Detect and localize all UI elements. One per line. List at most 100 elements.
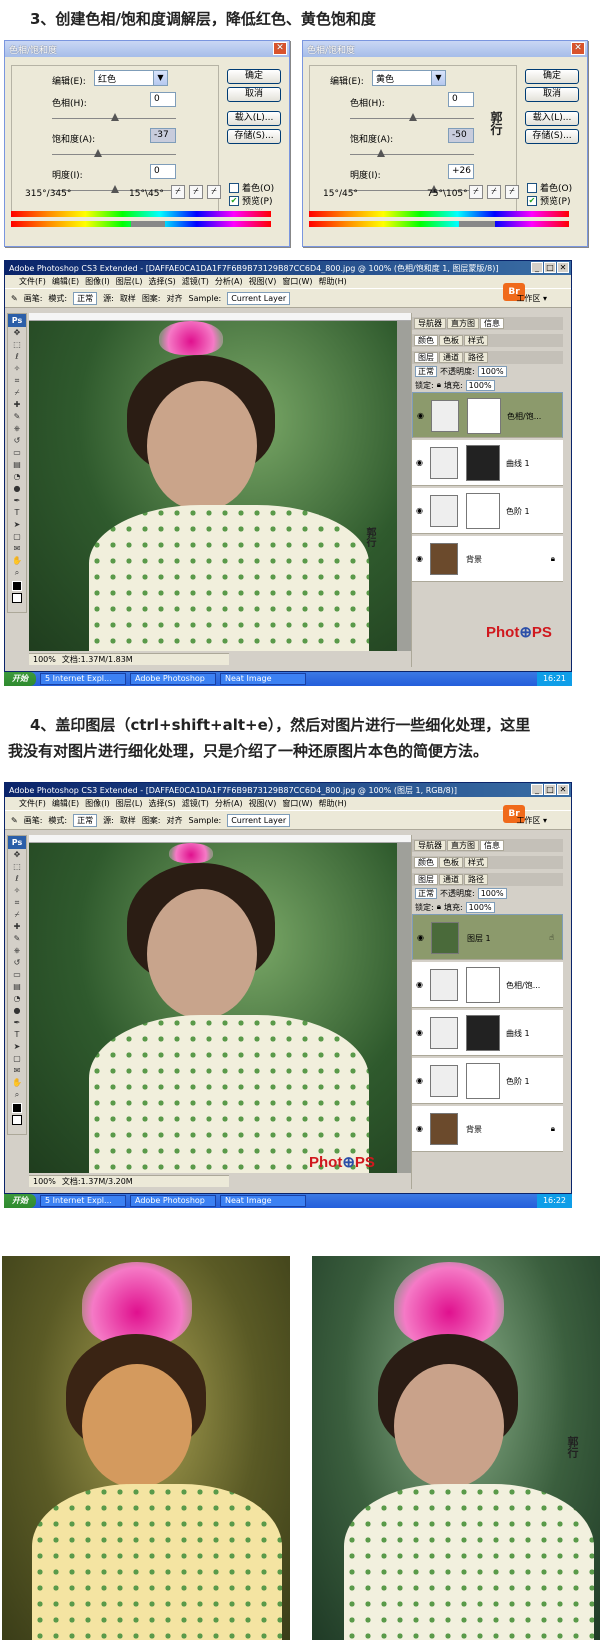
preview-checkbox[interactable]: ✔ 预览(P): [229, 194, 272, 207]
taskbar-item-photoshop[interactable]: Adobe Photoshop: [130, 1195, 216, 1207]
taskbar-item-neat-image[interactable]: Neat Image: [220, 673, 306, 685]
tab-channels[interactable]: 通道: [439, 874, 463, 885]
tab-layers[interactable]: 图层: [414, 874, 438, 885]
menu-item-view[interactable]: 视图(V): [249, 276, 277, 287]
brush-tool-icon[interactable]: ✎: [11, 816, 18, 825]
taskbar-item-photoshop[interactable]: Adobe Photoshop: [130, 673, 216, 685]
eye-icon[interactable]: ◉: [416, 1124, 423, 1133]
close-icon[interactable]: ✕: [273, 42, 287, 55]
type-tool-icon[interactable]: T: [8, 1029, 26, 1041]
opacity-input[interactable]: 100%: [477, 365, 507, 377]
save-button[interactable]: 存储(S)...: [525, 129, 579, 144]
tab-color[interactable]: 颜色: [414, 335, 438, 346]
tab-navigator[interactable]: 导航器: [414, 840, 446, 851]
close-icon[interactable]: ✕: [557, 262, 569, 273]
hue-input[interactable]: 0: [448, 92, 474, 107]
fill-input[interactable]: 100%: [465, 379, 495, 391]
start-button[interactable]: 开始: [4, 1194, 36, 1208]
tab-paths[interactable]: 路径: [464, 874, 488, 885]
ok-button[interactable]: 确定: [227, 69, 281, 84]
blur-tool-icon[interactable]: ◔: [8, 471, 26, 483]
menu-item-window[interactable]: 窗口(W): [282, 798, 312, 809]
gradient-tool-icon[interactable]: ▤: [8, 459, 26, 471]
tab-info[interactable]: 信息: [480, 840, 504, 851]
workspace-button[interactable]: 工作区 ▾: [516, 815, 547, 826]
background-color-swatch[interactable]: [12, 1115, 22, 1125]
tab-histogram[interactable]: 直方图: [447, 318, 479, 329]
hand-tool-icon[interactable]: ✋: [8, 1077, 26, 1089]
saturation-slider-thumb[interactable]: [93, 149, 102, 157]
aligned-checkbox[interactable]: 对齐: [167, 293, 183, 304]
sampled-radio[interactable]: 取样: [120, 815, 136, 826]
layer-row[interactable]: ◉ 背景 🔒︎: [412, 536, 563, 582]
eye-icon[interactable]: ◉: [417, 411, 424, 420]
maximize-icon[interactable]: □: [544, 784, 556, 795]
colorize-checkbox[interactable]: 着色(O): [229, 181, 274, 194]
pattern-radio[interactable]: 图案:: [142, 293, 161, 304]
eyedropper-minus-icon[interactable]: ⌿: [207, 185, 221, 199]
cancel-button[interactable]: 取消: [525, 87, 579, 102]
opacity-input[interactable]: 100%: [477, 887, 507, 899]
foreground-color-swatch[interactable]: [12, 1103, 22, 1113]
edit-select[interactable]: 黄色 ▼: [372, 70, 446, 86]
stamp-tool-icon[interactable]: ⎈: [8, 423, 26, 435]
marquee-tool-icon[interactable]: ⬚: [8, 861, 26, 873]
tab-swatches[interactable]: 色板: [439, 335, 463, 346]
menu-item-edit[interactable]: 编辑(E): [52, 798, 79, 809]
close-icon[interactable]: ✕: [557, 784, 569, 795]
hue-slider-thumb[interactable]: [111, 113, 119, 121]
healing-tool-icon[interactable]: ✚: [8, 921, 26, 933]
layer-row[interactable]: ◉ 曲线 1: [412, 440, 563, 486]
menu-item-file[interactable]: 文件(F): [19, 276, 46, 287]
lightness-input[interactable]: 0: [150, 164, 176, 179]
pen-tool-icon[interactable]: ✒: [8, 1017, 26, 1029]
lightness-slider-thumb[interactable]: [111, 185, 119, 193]
preview-checkbox[interactable]: ✔ 预览(P): [527, 194, 570, 207]
menu-item-filter[interactable]: 滤镜(T): [182, 798, 209, 809]
tab-styles[interactable]: 样式: [464, 857, 488, 868]
eye-icon[interactable]: ◉: [416, 1028, 423, 1037]
eraser-tool-icon[interactable]: ▭: [8, 969, 26, 981]
start-button[interactable]: 开始: [4, 672, 36, 686]
eye-icon[interactable]: ◉: [416, 554, 423, 563]
layer-row[interactable]: ◉ 色相/饱...: [412, 962, 563, 1008]
menu-item-select[interactable]: 选择(S): [148, 276, 175, 287]
pattern-radio[interactable]: 图案:: [142, 815, 161, 826]
notes-tool-icon[interactable]: ✉: [8, 1065, 26, 1077]
eyedropper-tool-icon[interactable]: ⌿: [8, 387, 26, 399]
zoom-tool-icon[interactable]: ⌕: [8, 567, 26, 579]
load-button[interactable]: 载入(L)...: [525, 111, 579, 126]
eyedropper-minus-icon[interactable]: ⌿: [505, 185, 519, 199]
history-brush-icon[interactable]: ↺: [8, 957, 26, 969]
stamp-tool-icon[interactable]: ⎈: [8, 945, 26, 957]
tab-histogram[interactable]: 直方图: [447, 840, 479, 851]
eye-icon[interactable]: ◉: [416, 980, 423, 989]
move-tool-icon[interactable]: ✥: [8, 849, 26, 861]
layer-row[interactable]: ◉ 图层 1 ☝: [412, 914, 563, 960]
tab-styles[interactable]: 样式: [464, 335, 488, 346]
layer-row[interactable]: ◉ 色阶 1: [412, 488, 563, 534]
saturation-input[interactable]: -37: [150, 128, 176, 143]
crop-tool-icon[interactable]: ⌗: [8, 897, 26, 909]
document-canvas[interactable]: 郭行: [29, 321, 413, 651]
tab-info[interactable]: 信息: [480, 318, 504, 329]
blend-mode-select[interactable]: 正常: [415, 887, 437, 899]
blend-mode-select[interactable]: 正常: [415, 365, 437, 377]
hue-input[interactable]: 0: [150, 92, 176, 107]
eye-icon[interactable]: ◉: [416, 1076, 423, 1085]
range-selector[interactable]: [459, 221, 495, 227]
menu-item-image[interactable]: 图像(I): [85, 798, 110, 809]
close-icon[interactable]: ✕: [571, 42, 585, 55]
menu-item-analysis[interactable]: 分析(A): [215, 276, 243, 287]
menu-item-edit[interactable]: 编辑(E): [52, 276, 79, 287]
cancel-button[interactable]: 取消: [227, 87, 281, 102]
layer-row[interactable]: ◉ 色阶 1: [412, 1058, 563, 1104]
shape-tool-icon[interactable]: ▢: [8, 1053, 26, 1065]
adjusted-spectrum-bar[interactable]: [309, 221, 569, 227]
menu-item-image[interactable]: 图像(I): [85, 276, 110, 287]
minimize-icon[interactable]: _: [531, 262, 543, 273]
background-color-swatch[interactable]: [12, 593, 22, 603]
lock-icon[interactable]: 🔒︎: [437, 380, 441, 390]
minimize-icon[interactable]: _: [531, 784, 543, 795]
zoom-tool-icon[interactable]: ⌕: [8, 1089, 26, 1101]
